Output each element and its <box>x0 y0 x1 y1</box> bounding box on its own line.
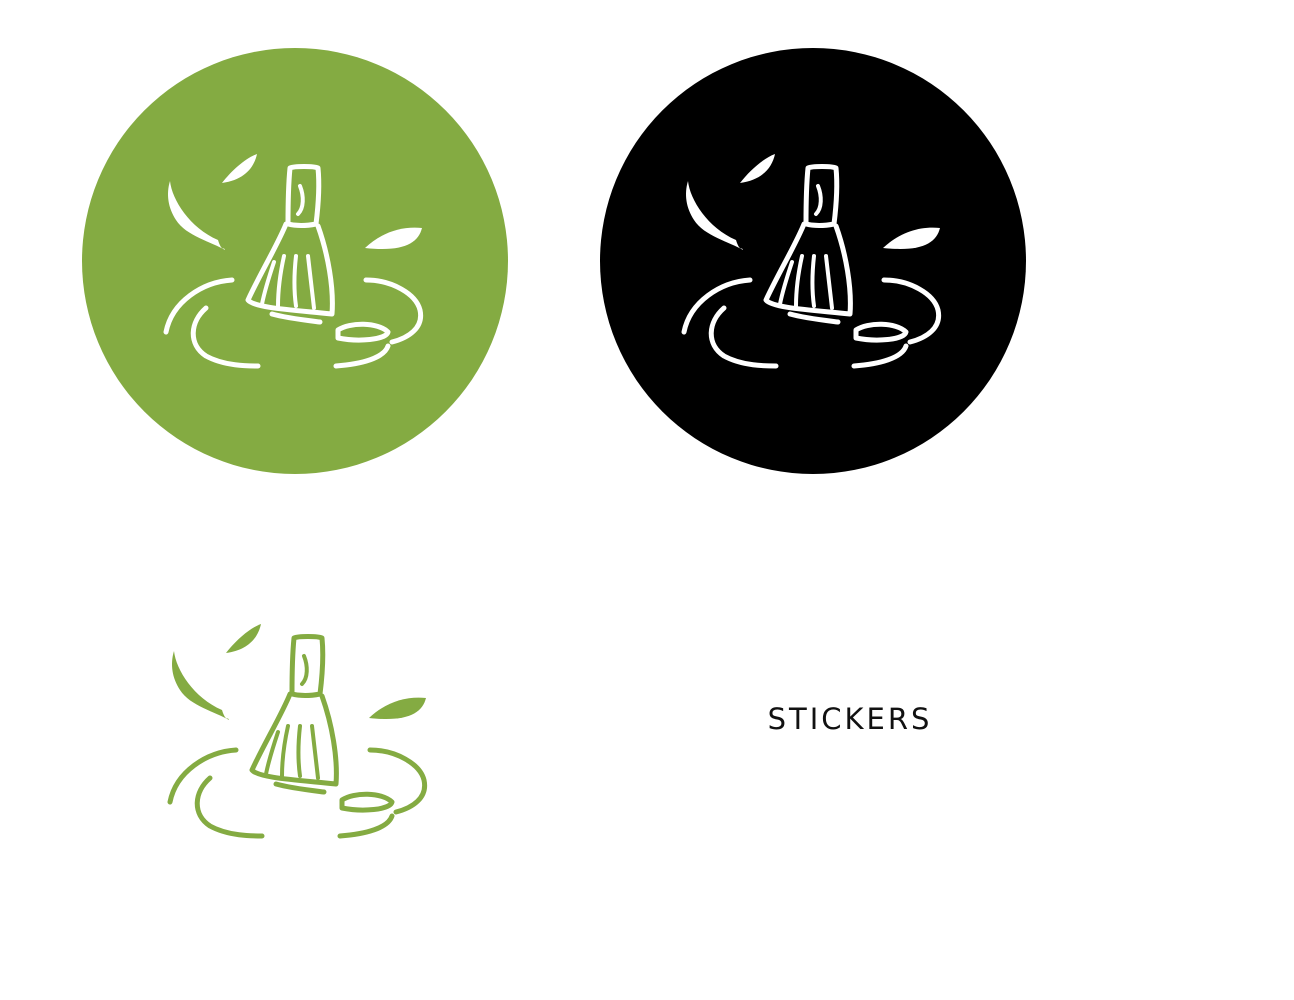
matcha-whisk-icon <box>600 48 1026 474</box>
sticker-green <box>82 48 508 474</box>
caption-stickers: STICKERS <box>767 702 933 736</box>
matcha-whisk-icon <box>82 48 508 474</box>
sticker-black <box>600 48 1026 474</box>
sticker-white <box>86 518 512 944</box>
matcha-whisk-icon <box>86 518 512 944</box>
